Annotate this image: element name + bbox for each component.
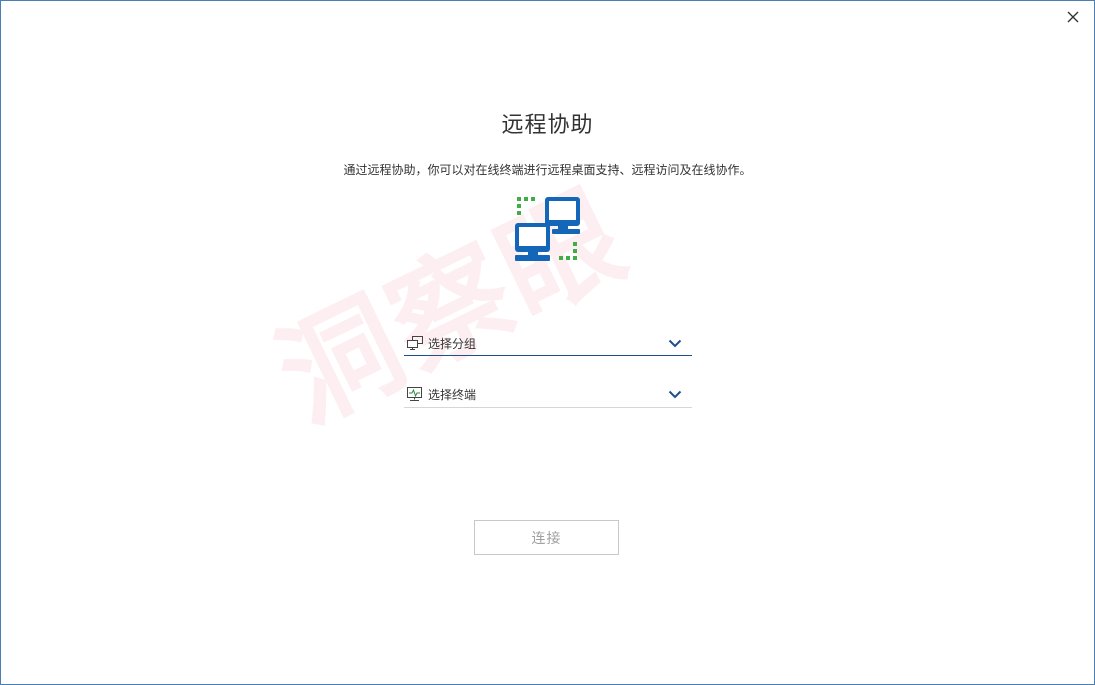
group-select-label: 选择分组 bbox=[428, 336, 477, 351]
remote-assist-window: 洞察眼 远程协助 通过远程协助，你可以对在线终端进行远程桌面支持、远程访问及在线… bbox=[0, 0, 1095, 685]
group-computers-icon bbox=[406, 335, 424, 351]
page-description: 通过远程协助，你可以对在线终端进行远程桌面支持、远程访问及在线协作。 bbox=[343, 163, 752, 177]
chevron-down-icon[interactable] bbox=[668, 338, 682, 348]
connect-button[interactable]: 连接 bbox=[474, 520, 619, 555]
terminal-select-label: 选择终端 bbox=[428, 387, 477, 402]
terminal-select-underline bbox=[404, 407, 692, 408]
group-select-underline bbox=[404, 355, 692, 356]
group-select[interactable]: 选择分组 bbox=[404, 331, 692, 355]
remote-computers-icon bbox=[515, 197, 580, 261]
terminal-monitor-icon bbox=[406, 386, 424, 402]
terminal-select[interactable]: 选择终端 bbox=[404, 382, 692, 406]
page-title: 远程协助 bbox=[501, 113, 594, 138]
close-icon bbox=[1067, 11, 1079, 23]
close-button[interactable] bbox=[1062, 6, 1084, 28]
chevron-down-icon[interactable] bbox=[668, 389, 682, 399]
